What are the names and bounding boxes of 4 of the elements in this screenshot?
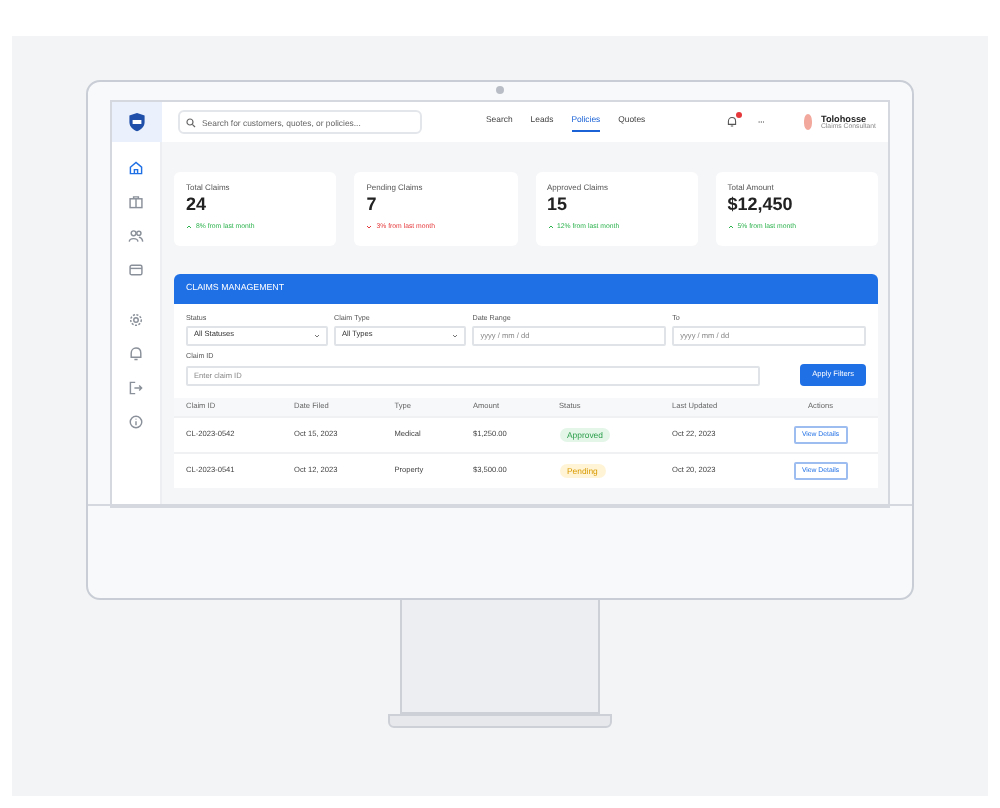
stat-value: 7 [366,194,379,216]
stat-value: 15 [547,194,570,216]
stat-value: 24 [186,194,209,216]
stat-value: $12,450 [727,194,795,216]
